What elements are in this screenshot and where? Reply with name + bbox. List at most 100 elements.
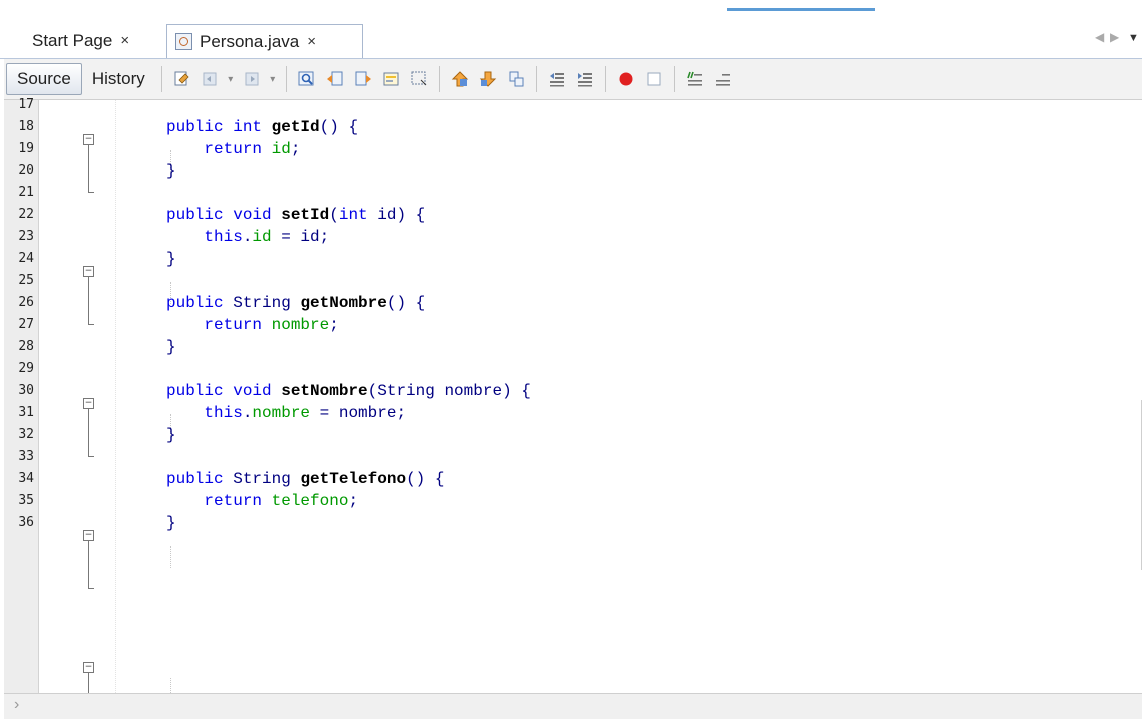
code-line: 29: [4, 358, 1142, 380]
stop-macro-icon[interactable]: [644, 69, 664, 89]
code-line: 18 public int getId() {: [4, 116, 1142, 138]
code-text: public int getId() {: [166, 116, 358, 138]
tab-persona-java-label: Persona.java: [200, 31, 300, 51]
find-next-icon[interactable]: [353, 69, 373, 89]
previous-bookmark-icon[interactable]: [450, 69, 470, 89]
toggle-bookmark-icon[interactable]: [506, 69, 526, 89]
code-line: 30 public void setNombre(String nombre) {: [4, 380, 1142, 402]
find-previous-icon[interactable]: [325, 69, 345, 89]
line-number: 27: [18, 317, 34, 332]
code-token: String: [233, 470, 301, 488]
code-line: 32}: [4, 424, 1142, 446]
source-button[interactable]: Source: [6, 63, 82, 95]
chevron-down-icon[interactable]: ▾: [225, 69, 237, 89]
uncomment-icon[interactable]: [713, 69, 733, 89]
show-opened-documents-icon[interactable]: ▼: [1128, 32, 1139, 44]
scroll-tabs-left-icon[interactable]: ◀: [1095, 30, 1104, 44]
line-number: 21: [18, 185, 34, 200]
code-line: 17: [4, 94, 1142, 116]
code-token: return: [204, 492, 272, 510]
code-line: 28}: [4, 336, 1142, 358]
line-number: 33: [18, 449, 34, 464]
code-token: () {: [386, 294, 426, 312]
code-token: getNombre: [300, 294, 387, 312]
code-token: getId: [271, 118, 320, 136]
toolbar-separator: [160, 66, 162, 92]
line-number: 31: [18, 405, 34, 420]
shift-right-icon[interactable]: [575, 69, 595, 89]
code-line: 26 public String getNombre() {: [4, 292, 1142, 314]
code-text: return id;: [166, 138, 300, 160]
code-token: .: [242, 404, 253, 422]
shift-left-icon[interactable]: [547, 69, 567, 89]
code-line: 20}: [4, 160, 1142, 182]
toolbar-separator: [535, 66, 537, 92]
indent-guide: [170, 546, 172, 568]
code-text: }: [166, 160, 176, 182]
start-macro-icon[interactable]: [616, 69, 636, 89]
fold-collapse-icon[interactable]: −: [83, 662, 94, 673]
chevron-down-icon[interactable]: ▾: [267, 69, 279, 89]
code-line: 21: [4, 182, 1142, 204]
code-line: 35 return telefono;: [4, 490, 1142, 512]
tab-persona-java[interactable]: Persona.java ×: [166, 24, 363, 58]
line-number: 23: [18, 229, 34, 244]
forward-icon[interactable]: [242, 69, 262, 89]
code-token: return: [204, 316, 272, 334]
close-icon[interactable]: ×: [307, 33, 316, 50]
line-number: 29: [18, 361, 34, 376]
code-token: public void: [166, 206, 282, 224]
code-line: 27 return nombre;: [4, 314, 1142, 336]
close-icon[interactable]: ×: [120, 32, 129, 49]
code-token: this: [204, 228, 243, 246]
code-token: int: [338, 206, 378, 224]
code-text: }: [166, 336, 176, 358]
code-token: (String nombre) {: [367, 382, 531, 400]
java-file-icon: [175, 33, 192, 50]
code-text: public void setId(int id) {: [166, 204, 425, 226]
code-line: 31 this.nombre = nombre;: [4, 402, 1142, 424]
toolbar-separator: [673, 66, 675, 92]
code-text: return telefono;: [166, 490, 358, 512]
last-edit-icon[interactable]: [172, 69, 192, 89]
find-icon[interactable]: [297, 69, 317, 89]
code-token: public int: [166, 118, 272, 136]
code-token: = id;: [271, 228, 330, 246]
status-bar: ›: [4, 693, 1142, 719]
code-token: .: [242, 228, 253, 246]
history-button[interactable]: History: [82, 64, 155, 94]
toolbar-separator: [438, 66, 440, 92]
code-token: }: [166, 426, 176, 444]
chevron-right-icon[interactable]: ›: [14, 696, 19, 714]
code-text: public String getNombre() {: [166, 292, 425, 314]
code-text: public void setNombre(String nombre) {: [166, 380, 531, 402]
code-token: ;: [290, 140, 301, 158]
back-icon[interactable]: [200, 69, 220, 89]
code-token: getTelefono: [300, 470, 407, 488]
comment-icon[interactable]: [685, 69, 705, 89]
code-token: = nombre;: [310, 404, 407, 422]
code-text: this.id = id;: [166, 226, 329, 248]
code-token: }: [166, 250, 176, 268]
next-bookmark-icon[interactable]: [478, 69, 498, 89]
code-token: id) {: [377, 206, 426, 224]
code-line: 24}: [4, 248, 1142, 270]
toggle-highlight-icon[interactable]: [381, 69, 401, 89]
code-token: }: [166, 338, 176, 356]
top-accent-bar: [727, 8, 875, 11]
code-line: 22 public void setId(int id) {: [4, 204, 1142, 226]
code-text: }: [166, 512, 176, 534]
code-line: 19 return id;: [4, 138, 1142, 160]
code-editor[interactable]: − − − − − 17 18 public int getId() {19 ret…: [4, 97, 1142, 693]
code-line: 33: [4, 446, 1142, 468]
scroll-tabs-right-icon[interactable]: ▶: [1110, 30, 1119, 44]
toggle-rect-select-icon[interactable]: [409, 69, 429, 89]
line-number: 32: [18, 427, 34, 442]
tab-start-page[interactable]: Start Page ×: [24, 24, 137, 57]
code-token: telefono: [271, 492, 349, 510]
line-number: 34: [18, 471, 34, 486]
line-number: 35: [18, 493, 34, 508]
